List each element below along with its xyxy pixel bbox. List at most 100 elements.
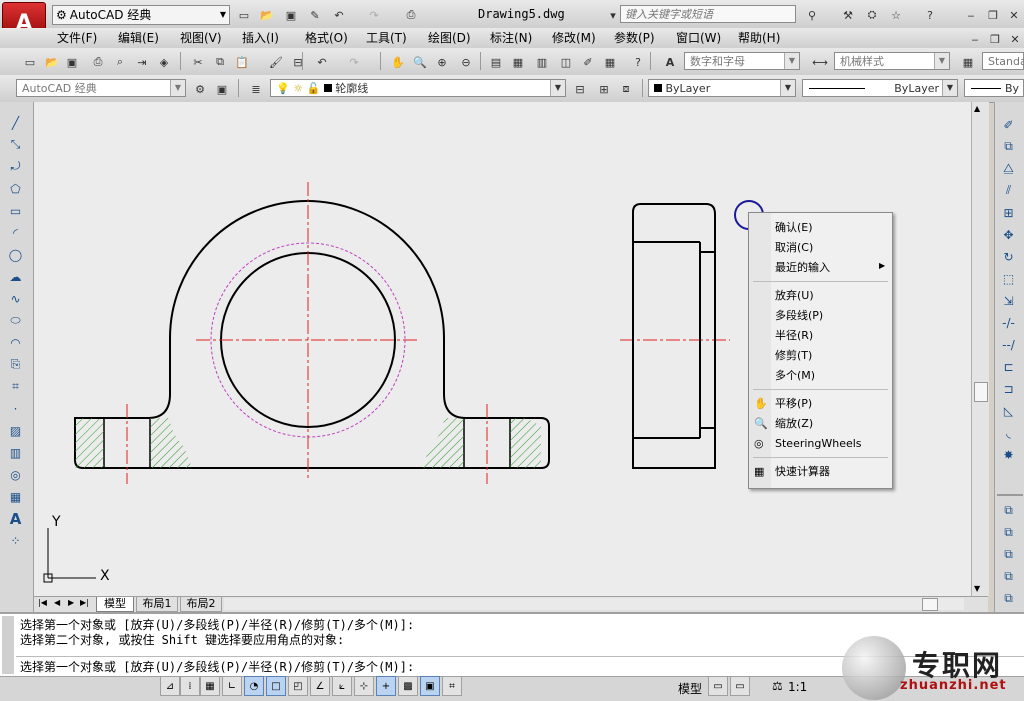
3d-object-snap-icon[interactable]: ◰ (288, 676, 308, 696)
menu-view[interactable]: 视图(V) (180, 30, 222, 46)
redo-tool-icon[interactable]: ↷ (344, 52, 364, 72)
tab-layout1[interactable]: 布局1 (136, 597, 178, 612)
workspace-select[interactable]: AutoCAD 经典 ▼ (16, 79, 186, 97)
spline-icon[interactable]: ∿ (7, 290, 24, 307)
menu-file[interactable]: 文件(F) (57, 30, 97, 46)
ellipse-arc-icon[interactable]: ◠ (7, 334, 24, 351)
workspace-save-icon[interactable]: ▣ (212, 79, 232, 99)
grid-display-icon[interactable]: ▦ (200, 676, 220, 696)
selection-cycling-icon[interactable]: ⌗ (442, 676, 462, 696)
doc-close-icon[interactable]: ✕ (1005, 29, 1024, 49)
open-file-icon[interactable]: 📂 (42, 52, 62, 72)
binoculars-icon[interactable]: ⚲ (802, 5, 822, 25)
hatch-icon[interactable]: ▨ (7, 422, 24, 439)
restore-icon[interactable]: ❐ (983, 5, 1003, 25)
text-style-select[interactable]: 数字和字母 ▼ (684, 52, 800, 70)
table-icon[interactable]: ▦ (7, 488, 24, 505)
layer-manager-icon[interactable]: ≣ (246, 79, 266, 99)
menu-item-recent-input[interactable]: 最近的输入 (775, 261, 830, 275)
copy-object-icon[interactable]: ⧉ (1000, 138, 1017, 155)
dynamic-input-icon[interactable]: ⊹ (354, 676, 374, 696)
plot-icon[interactable]: ⎙ (401, 5, 421, 25)
construction-line-icon[interactable]: ⤡ (7, 136, 24, 153)
properties-icon[interactable]: ▤ (486, 52, 506, 72)
undo-icon[interactable]: ↶ (329, 5, 349, 25)
save-file-icon[interactable]: ▣ (62, 52, 82, 72)
menu-item-cancel[interactable]: 取消(C) (775, 241, 813, 255)
menu-edit[interactable]: 编辑(E) (118, 30, 159, 46)
exchange-icon[interactable]: ⛭ (862, 5, 882, 25)
draworder-under-icon[interactable]: ⧉ (1000, 568, 1017, 585)
menu-item-trim[interactable]: 修剪(T) (775, 349, 812, 363)
erase-icon[interactable]: ✐ (1000, 116, 1017, 133)
arc-icon[interactable]: ◜ (7, 224, 24, 241)
move-icon[interactable]: ✥ (1000, 226, 1017, 243)
cut-icon[interactable]: ✂ (188, 52, 208, 72)
redo-icon[interactable]: ↷ (364, 5, 384, 25)
menu-item-steeringwheels[interactable]: SteeringWheels (775, 437, 862, 451)
offset-icon[interactable]: ⫽ (1000, 182, 1017, 199)
zoom-window-icon[interactable]: ⊕ (432, 52, 452, 72)
sheet-set-icon[interactable]: ◫ (556, 52, 576, 72)
print-icon[interactable]: ⎙ (88, 52, 108, 72)
draworder-back-icon[interactable]: ⧉ (1000, 524, 1017, 541)
point-icon[interactable]: · (7, 400, 24, 417)
table-style-select[interactable]: Standa (982, 52, 1024, 70)
minimize-icon[interactable]: ‒ (961, 5, 981, 25)
menu-draw[interactable]: 绘图(D) (428, 30, 471, 46)
vertical-scrollbar[interactable]: ▲ ▼ (971, 102, 989, 596)
calculator-icon[interactable]: ▦ (600, 52, 620, 72)
quick-view-layouts-icon[interactable]: ▭ (708, 676, 728, 696)
gradient-icon[interactable]: ▥ (7, 444, 24, 461)
command-prompt[interactable]: 选择第一个对象或 [放弃(U)/多段线(P)/半径(R)/修剪(T)/多个(M)… (20, 660, 414, 674)
tab-prev-icon[interactable]: ◀ (54, 598, 60, 607)
lineweight-select[interactable]: By (964, 79, 1024, 97)
line-icon[interactable]: ╱ (7, 114, 24, 131)
menu-help[interactable]: 帮助(H) (738, 30, 780, 46)
menu-parametric[interactable]: 参数(P) (614, 30, 655, 46)
make-block-icon[interactable]: ⌗ (7, 378, 24, 395)
add-selected-icon[interactable]: ⁘ (7, 532, 24, 549)
menu-item-polyline[interactable]: 多段线(P) (775, 309, 823, 323)
tools-icon[interactable]: ⚒ (838, 5, 858, 25)
linetype-select[interactable]: ByLayer ▼ (802, 79, 958, 97)
publish-icon[interactable]: ⇥ (132, 52, 152, 72)
tab-first-icon[interactable]: |◀ (38, 598, 47, 607)
workspace-switcher[interactable]: ⚙ AutoCAD 经典 ▼ (52, 5, 230, 25)
layer-select[interactable]: 💡 ☼ 🔓 轮廓线 ▼ (270, 79, 566, 97)
rotate-icon[interactable]: ↻ (1000, 248, 1017, 265)
pan-icon[interactable]: ✋ (388, 52, 408, 72)
scroll-up-icon[interactable]: ▲ (974, 104, 980, 113)
tab-next-icon[interactable]: ▶ (68, 598, 74, 607)
scroll-thumb-horizontal[interactable] (922, 598, 938, 611)
match-properties-icon[interactable]: 🖌 (266, 52, 286, 72)
tab-model[interactable]: 模型 (96, 597, 134, 612)
copy-icon[interactable]: ⧉ (210, 52, 230, 72)
menu-item-radius[interactable]: 半径(R) (775, 329, 813, 343)
menu-item-multiple[interactable]: 多个(M) (775, 369, 815, 383)
quick-properties-icon[interactable]: ▣ (420, 676, 440, 696)
make-current-layer-icon[interactable]: ⊟ (570, 79, 590, 99)
menu-modify[interactable]: 修改(M) (552, 30, 596, 46)
help-icon[interactable]: ? (920, 5, 940, 25)
workspace-settings-icon[interactable]: ⚙ (190, 79, 210, 99)
scroll-down-icon[interactable]: ▼ (974, 584, 980, 593)
rectangle-icon[interactable]: ▭ (7, 202, 24, 219)
break-icon[interactable]: ⊏ (1000, 358, 1017, 375)
block-editor-icon[interactable]: ⊟ (288, 52, 308, 72)
close-icon[interactable]: ✕ (1004, 5, 1024, 25)
dim-style-select[interactable]: 机械样式 ▼ (834, 52, 950, 70)
markup-icon[interactable]: ✐ (578, 52, 598, 72)
menu-format[interactable]: 格式(O) (305, 30, 348, 46)
object-snap-icon[interactable]: □ (266, 676, 286, 696)
polygon-icon[interactable]: ⬠ (7, 180, 24, 197)
mirror-icon[interactable]: ⧋ (1000, 160, 1017, 177)
color-select[interactable]: ByLayer ▼ (648, 79, 796, 97)
new-icon[interactable]: ▭ (234, 5, 254, 25)
tab-layout2[interactable]: 布局2 (180, 597, 222, 612)
ortho-mode-icon[interactable]: ∟ (222, 676, 242, 696)
layer-previous-icon[interactable]: ⊞ (594, 79, 614, 99)
chamfer-icon[interactable]: ◺ (1000, 402, 1017, 419)
draworder-above-icon[interactable]: ⧉ (1000, 546, 1017, 563)
menu-item-enter[interactable]: 确认(E) (775, 221, 813, 235)
